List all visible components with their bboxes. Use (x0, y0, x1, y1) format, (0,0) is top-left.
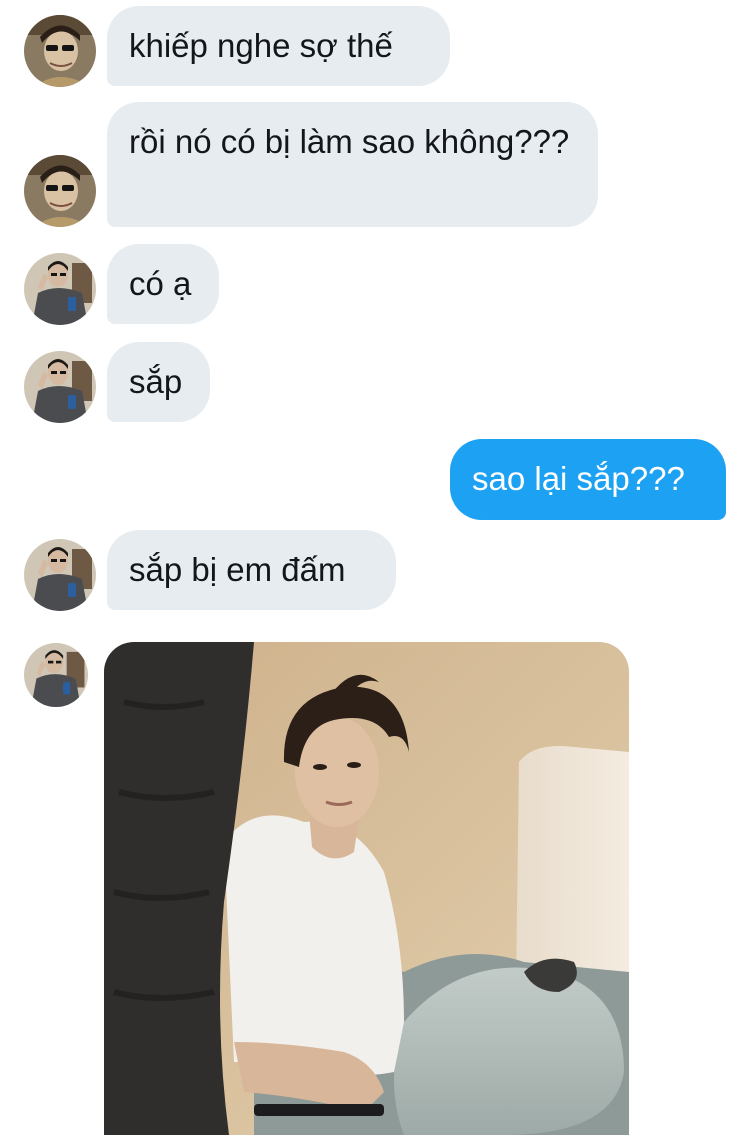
message-bubble-incoming: khiếp nghe sợ thế (107, 6, 450, 86)
avatar-jacket[interactable] (24, 253, 96, 325)
avatar-sunglasses[interactable] (24, 15, 96, 87)
avatar-jacket[interactable] (24, 643, 88, 707)
avatar-jacket[interactable] (24, 539, 96, 611)
message-bubble-incoming: có ạ (107, 244, 219, 324)
message-bubble-incoming: sắp (107, 342, 210, 422)
message-image[interactable] (104, 642, 629, 1135)
message-bubble-outgoing: sao lại sắp??? (450, 439, 726, 520)
message-bubble-incoming: sắp bị em đấm (107, 530, 396, 610)
message-bubble-incoming: rồi nó có bị làm sao không??? (107, 102, 598, 227)
avatar-jacket[interactable] (24, 351, 96, 423)
avatar-sunglasses[interactable] (24, 155, 96, 227)
